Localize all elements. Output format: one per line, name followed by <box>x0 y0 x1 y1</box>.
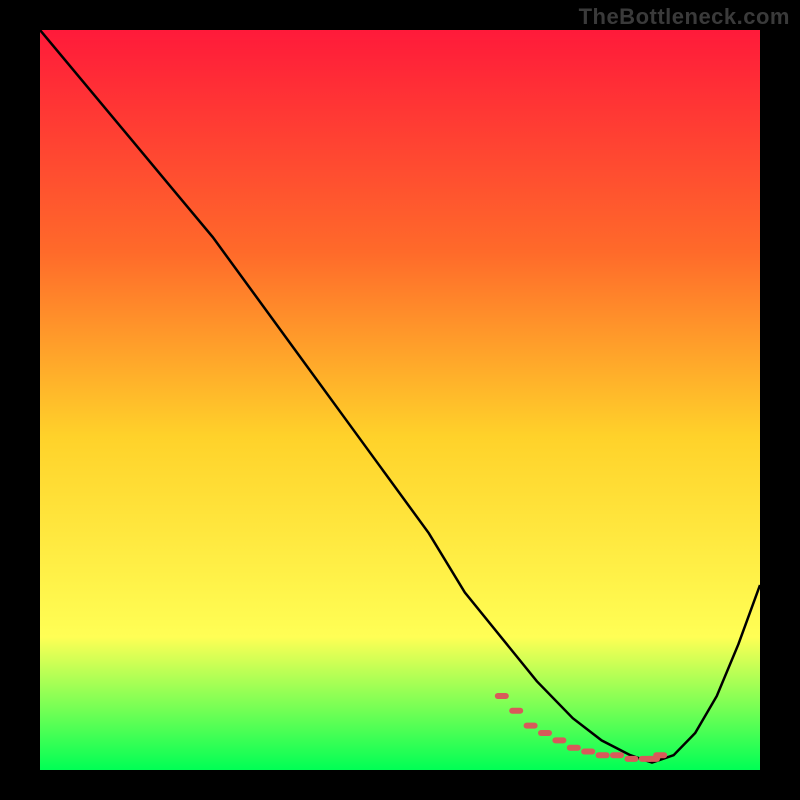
marker-segment <box>538 730 552 736</box>
marker-segment <box>610 752 624 758</box>
marker-segment <box>567 745 581 751</box>
heat-background <box>40 30 760 770</box>
marker-segment <box>552 737 566 743</box>
marker-segment <box>653 752 667 758</box>
marker-segment <box>581 749 595 755</box>
plot-area <box>40 30 760 770</box>
marker-segment <box>509 708 523 714</box>
watermark-label: TheBottleneck.com <box>579 4 790 30</box>
chart-container: TheBottleneck.com <box>0 0 800 800</box>
marker-segment <box>596 752 610 758</box>
marker-segment <box>624 756 638 762</box>
marker-segment <box>495 693 509 699</box>
marker-segment <box>524 723 538 729</box>
bottleneck-chart <box>40 30 760 770</box>
